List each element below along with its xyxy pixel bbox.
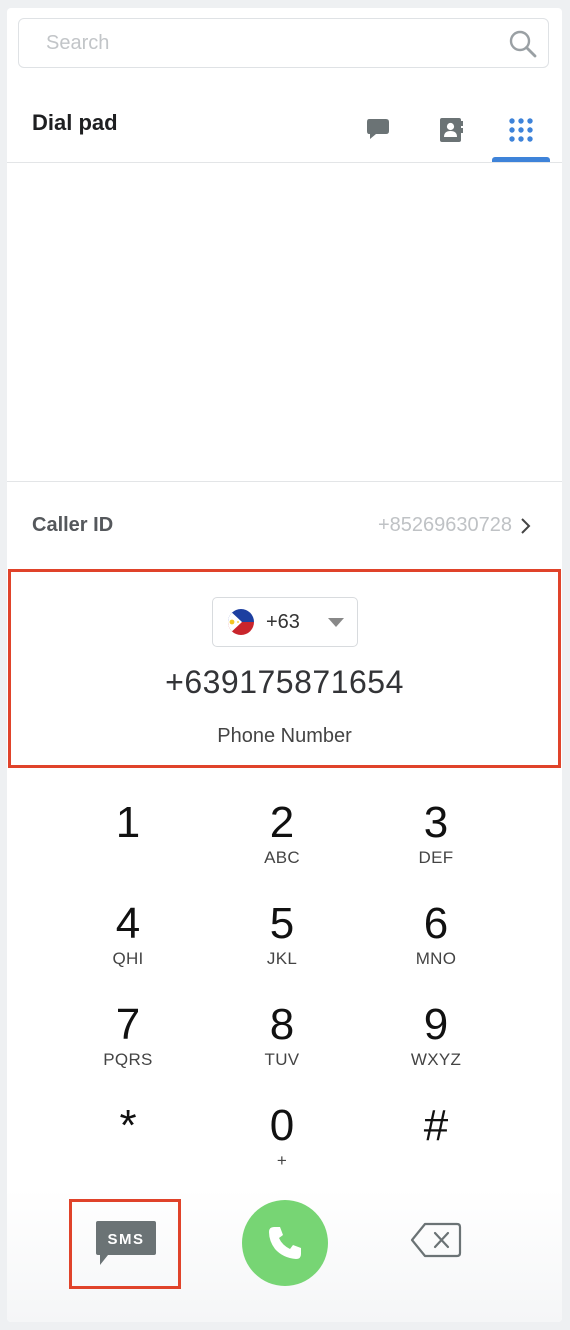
key-letters: MNO xyxy=(415,949,457,968)
dialpad-grid-icon xyxy=(509,118,533,142)
key-digit: 4 xyxy=(115,899,141,948)
key-digit: 0 xyxy=(269,1101,295,1150)
key-digit: 3 xyxy=(423,798,449,847)
key-9[interactable]: 9 WXYZ xyxy=(376,1000,496,1090)
tab-messages[interactable] xyxy=(350,98,408,162)
phone-number-section: +63 +639175871654 Phone Number xyxy=(8,569,561,768)
key-digit: 8 xyxy=(269,1000,295,1049)
active-tab-indicator xyxy=(492,157,550,162)
key-letters: JKL xyxy=(266,949,298,968)
caller-id-value: +85269630728 xyxy=(377,514,512,536)
phone-number-label: Phone Number xyxy=(217,725,352,747)
backspace-icon xyxy=(410,1222,462,1258)
key-letters: DEF xyxy=(418,848,454,867)
key-digit: # xyxy=(423,1101,449,1150)
key-letters: QHI xyxy=(112,949,144,968)
tab-contacts[interactable] xyxy=(422,98,480,162)
key-3[interactable]: 3 DEF xyxy=(376,798,496,888)
philippines-flag-icon xyxy=(228,609,254,635)
sms-button[interactable]: SMS xyxy=(69,1199,181,1289)
key-letters: ABC xyxy=(264,848,300,867)
key-hash[interactable]: # xyxy=(376,1101,496,1191)
key-8[interactable]: 8 TUV xyxy=(222,1000,342,1090)
dialer-panel: Dial pad xyxy=(7,8,562,1322)
key-1[interactable]: 1 xyxy=(68,798,188,888)
search-input[interactable] xyxy=(19,19,526,67)
search-icon[interactable] xyxy=(508,29,538,59)
sms-icon: SMS xyxy=(96,1221,156,1265)
key-digit: 7 xyxy=(115,1000,141,1049)
key-4[interactable]: 4 QHI xyxy=(68,899,188,989)
call-button[interactable] xyxy=(242,1200,328,1286)
key-digit: 5 xyxy=(269,899,295,948)
key-digit: 2 xyxy=(269,798,295,847)
key-digit: * xyxy=(119,1101,137,1150)
caller-id-row[interactable]: Caller ID +85269630728 xyxy=(7,482,562,568)
country-code-select[interactable]: +63 xyxy=(212,597,358,647)
search-box xyxy=(18,18,549,68)
contact-book-icon xyxy=(440,118,463,142)
key-7[interactable]: 7 PQRS xyxy=(68,1000,188,1090)
backspace-button[interactable] xyxy=(409,1220,469,1264)
key-letters: WXYZ xyxy=(410,1050,462,1069)
phone-icon xyxy=(269,1227,301,1259)
key-letters: PQRS xyxy=(103,1050,153,1069)
key-2[interactable]: 2 ABC xyxy=(222,798,342,888)
country-code: +63 xyxy=(266,611,300,633)
call-history-area xyxy=(7,163,562,482)
chevron-right-icon xyxy=(521,518,531,534)
key-0[interactable]: 0 + xyxy=(222,1101,342,1191)
key-star[interactable]: * xyxy=(68,1101,188,1191)
key-digit: 9 xyxy=(423,1000,449,1049)
key-5[interactable]: 5 JKL xyxy=(222,899,342,989)
tab-dialpad[interactable] xyxy=(492,98,550,162)
page-title: Dial pad xyxy=(32,110,118,135)
key-6[interactable]: 6 MNO xyxy=(376,899,496,989)
chevron-down-icon xyxy=(328,618,344,627)
key-digit: 6 xyxy=(423,899,449,948)
caller-id-label: Caller ID xyxy=(32,514,114,536)
header: Dial pad xyxy=(7,88,562,163)
key-letters: + xyxy=(276,1151,288,1170)
key-letters: TUV xyxy=(264,1050,300,1069)
phone-number-display[interactable]: +639175871654 xyxy=(11,664,558,701)
sms-label: SMS xyxy=(107,1231,144,1248)
chat-bubble-icon xyxy=(367,119,389,139)
key-digit: 1 xyxy=(115,798,141,847)
